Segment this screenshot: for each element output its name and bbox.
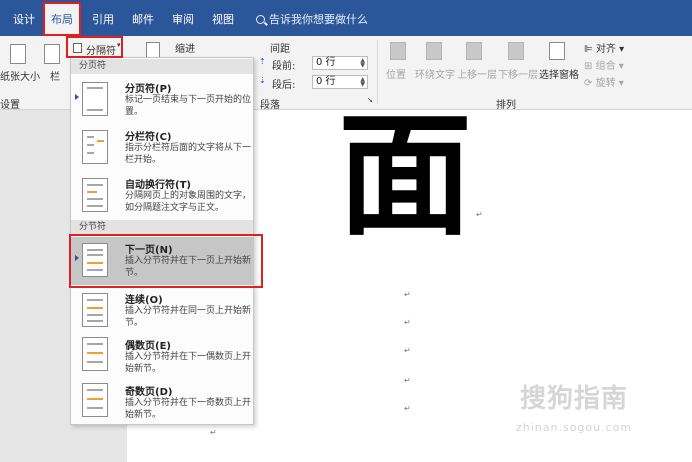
wrap-text-icon	[426, 42, 442, 60]
rotate-icon: ⟳	[584, 78, 593, 89]
column-break-icon	[82, 130, 108, 164]
align-button[interactable]: ⊫ 对齐 ▾	[584, 40, 624, 55]
paragraph-mark: ↵	[210, 428, 217, 437]
send-backward-icon	[508, 42, 524, 60]
tab-mailings[interactable]: 邮件	[127, 0, 159, 36]
paragraph-mark: ↵	[404, 346, 411, 355]
highlight-next-page-item	[69, 234, 263, 288]
watermark-text: 搜狗指南	[520, 384, 629, 414]
menu-item-desc: 标记一页结束与下一页开始的位置。	[125, 95, 252, 117]
menu-item-title: 分栏符(C)	[125, 132, 172, 143]
menu-item-title: 奇数页(D)	[125, 387, 173, 398]
bring-forward-button[interactable]: 上移一层	[457, 66, 497, 81]
paragraph-mark: ↵	[476, 210, 483, 219]
after-label: 段后:	[272, 80, 296, 91]
position-icon	[390, 42, 406, 60]
menu-item-continuous[interactable]: 连续(O) 插入分节符并在同一页上开始新节。	[71, 287, 253, 333]
spinner-arrows-icon[interactable]: ▲ ▼	[360, 58, 365, 69]
tab-design[interactable]: 设计	[8, 0, 40, 36]
after-spinner[interactable]: 0 行 ▲ ▼	[312, 75, 368, 89]
menu-item-desc: 插入分节符并在下一偶数页上开始新节。	[125, 352, 252, 374]
send-backward-button[interactable]: 下移一层	[498, 66, 538, 81]
line-numbers-icon	[146, 42, 160, 58]
group-page-setup-label: 设置	[0, 100, 20, 111]
highlight-layout-tab	[43, 2, 81, 36]
ribbon-tab-bar: 设计 布局 引用 邮件 审阅 视图 告诉我你想要做什么	[0, 0, 692, 36]
columns-icon	[44, 44, 60, 64]
text-wrapping-icon	[82, 178, 108, 212]
group-paragraph-label: 段落	[260, 100, 280, 111]
tell-me-box[interactable]: 告诉我你想要做什么	[256, 0, 368, 36]
rotate-button[interactable]: ⟳ 旋转 ▾	[584, 74, 624, 89]
tab-view[interactable]: 视图	[207, 0, 239, 36]
paragraph-mark: ↵	[404, 404, 411, 413]
tab-review[interactable]: 审阅	[167, 0, 199, 36]
paper-size-icon	[10, 44, 26, 64]
even-page-icon	[82, 337, 108, 371]
paragraph-mark: ↵	[404, 290, 411, 299]
highlight-breaks-button	[66, 36, 123, 58]
paper-size-button[interactable]: 纸张大小	[0, 68, 40, 83]
bring-forward-icon	[466, 42, 482, 60]
before-label: 段前:	[272, 61, 296, 72]
watermark-url: zhinan.sogou.com	[516, 421, 633, 434]
tab-references[interactable]: 引用	[87, 0, 119, 36]
group-icon: ⊞	[584, 61, 593, 72]
menu-item-text-wrapping[interactable]: 自动换行符(T) 分隔网页上的对象周围的文字，如分隔题注文字与正文。	[71, 172, 253, 218]
ribbon-divider	[377, 40, 378, 104]
wrap-text-button[interactable]: 环绕文字	[415, 66, 455, 81]
before-spinner[interactable]: 0 行 ▲ ▼	[312, 56, 368, 70]
menu-item-odd-page[interactable]: 奇数页(D) 插入分节符并在下一奇数页上开始新节。	[71, 379, 253, 425]
selection-pane-icon	[549, 42, 565, 60]
position-button[interactable]: 位置	[386, 66, 406, 81]
section-header-page-breaks: 分页符	[71, 59, 253, 74]
align-icon: ⊫	[584, 44, 593, 55]
odd-page-icon	[82, 383, 108, 417]
group-arrange-label: 排列	[496, 100, 516, 111]
selection-pane-button[interactable]: 选择窗格	[539, 66, 579, 81]
continuous-icon	[82, 293, 108, 327]
document-big-character: 面	[338, 96, 473, 254]
menu-item-even-page[interactable]: 偶数页(E) 插入分节符并在下一偶数页上开始新节。	[71, 333, 253, 379]
bullet-icon	[75, 94, 79, 100]
menu-item-title: 连续(O)	[125, 295, 163, 306]
paragraph-mark: ↵	[404, 376, 411, 385]
menu-item-desc: 指示分栏符后面的文字将从下一栏开始。	[125, 143, 252, 165]
menu-item-desc: 插入分节符并在下一奇数页上开始新节。	[125, 398, 252, 420]
paragraph-mark: ↵	[404, 318, 411, 327]
columns-button[interactable]: 栏	[50, 68, 60, 83]
spacing-after-icon: ⇣	[259, 76, 266, 85]
spacing-label: 间距	[270, 44, 290, 55]
page-break-icon	[82, 82, 108, 116]
menu-item-column-break[interactable]: 分栏符(C) 指示分栏符后面的文字将从下一栏开始。	[71, 124, 253, 170]
search-icon	[256, 15, 265, 24]
menu-item-desc: 分隔网页上的对象周围的文字，如分隔题注文字与正文。	[125, 191, 252, 213]
section-header-section-breaks: 分节符	[71, 220, 253, 235]
group-button[interactable]: ⊞ 组合 ▾	[584, 57, 624, 72]
tell-me-text: 告诉我你想要做什么	[269, 13, 368, 26]
spacing-before-icon: ⇡	[259, 57, 266, 66]
indent-label: 缩进	[175, 44, 195, 55]
menu-item-title: 分页符(P)	[125, 84, 172, 95]
menu-item-page-break[interactable]: 分页符(P) 标记一页结束与下一页开始的位置。	[71, 76, 253, 124]
menu-item-title: 自动换行符(T)	[125, 180, 191, 191]
spinner-arrows-icon[interactable]: ▲ ▼	[360, 77, 365, 88]
menu-item-title: 偶数页(E)	[125, 341, 171, 352]
menu-item-desc: 插入分节符并在同一页上开始新节。	[125, 306, 252, 328]
